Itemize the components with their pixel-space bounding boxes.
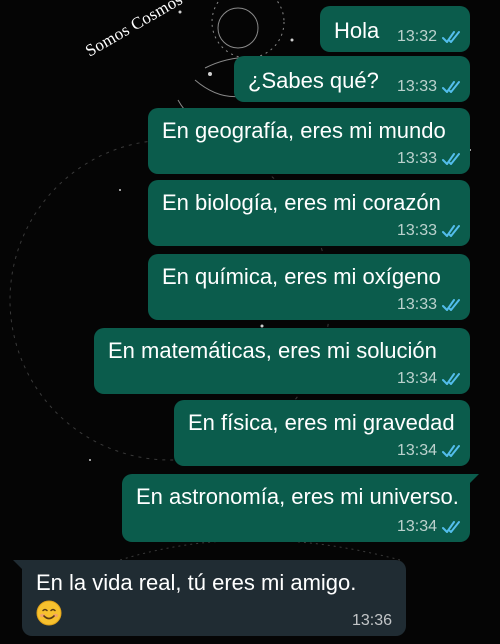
message-time: 13:36	[351, 612, 392, 629]
message-meta: 13:33	[397, 296, 462, 314]
message-text: En química, eres mi oxígeno	[162, 264, 441, 289]
message-bubble-outgoing[interactable]: En química, eres mi oxígeno 13:33	[148, 254, 470, 320]
message-text: Hola	[334, 18, 380, 43]
bubble-tail	[467, 474, 479, 486]
message-bubble-outgoing[interactable]: En geografía, eres mi mundo 13:33	[148, 108, 470, 174]
double-check-read-icon	[442, 225, 460, 237]
bubble-tail	[13, 560, 25, 572]
message-meta: 13:32	[397, 28, 462, 46]
message-text: En la vida real, tú eres mi amigo.	[36, 570, 357, 595]
message-text: En física, eres mi gravedad	[188, 410, 455, 435]
message-meta: 13:33	[397, 222, 462, 240]
message-meta: 13:33	[397, 150, 462, 168]
message-time: 13:34	[396, 370, 437, 387]
chat-area: Somos Cosmos Hola 13:32 ¿Sabes qué? 13:3…	[0, 0, 500, 644]
message-text: ¿Sabes qué?	[248, 68, 379, 93]
message-time: 13:33	[396, 78, 437, 95]
message-text: En geografía, eres mi mundo	[162, 118, 446, 143]
double-check-read-icon	[442, 81, 460, 93]
double-check-read-icon	[442, 299, 460, 311]
double-check-read-icon	[442, 445, 460, 457]
message-bubble-outgoing[interactable]: En física, eres mi gravedad 13:34	[174, 400, 470, 466]
message-time: 13:33	[396, 150, 437, 167]
smiling-face-emoji-icon	[36, 600, 62, 626]
message-text: En matemáticas, eres mi solución	[108, 338, 437, 363]
message-time: 13:34	[396, 518, 437, 535]
message-bubble-outgoing[interactable]: En astronomía, eres mi universo. 13:34	[122, 474, 479, 542]
message-meta: 13:34	[397, 518, 462, 536]
message-text: En astronomía, eres mi universo.	[136, 484, 459, 509]
watermark-text: Somos Cosmos	[82, 0, 186, 61]
message-bubble-outgoing[interactable]: ¿Sabes qué? 13:33	[234, 56, 470, 102]
double-check-read-icon	[442, 153, 460, 165]
message-bubble-outgoing[interactable]: Hola 13:32	[320, 6, 470, 52]
double-check-read-icon	[442, 373, 460, 385]
message-meta: 13:36	[352, 612, 392, 630]
message-meta: 13:34	[397, 370, 462, 388]
message-meta: 13:34	[397, 442, 462, 460]
message-meta: 13:33	[397, 78, 462, 96]
message-text: En biología, eres mi corazón	[162, 190, 441, 215]
message-bubble-incoming[interactable]: En la vida real, tú eres mi amigo. 13:36	[13, 560, 406, 636]
message-time: 13:34	[396, 442, 437, 459]
message-bubble-outgoing[interactable]: En biología, eres mi corazón 13:33	[148, 180, 470, 246]
message-time: 13:33	[396, 222, 437, 239]
double-check-read-icon	[442, 521, 460, 533]
message-time: 13:33	[396, 296, 437, 313]
message-time: 13:32	[396, 28, 437, 45]
message-bubble-outgoing[interactable]: En matemáticas, eres mi solución 13:34	[94, 328, 470, 394]
double-check-read-icon	[442, 31, 460, 43]
